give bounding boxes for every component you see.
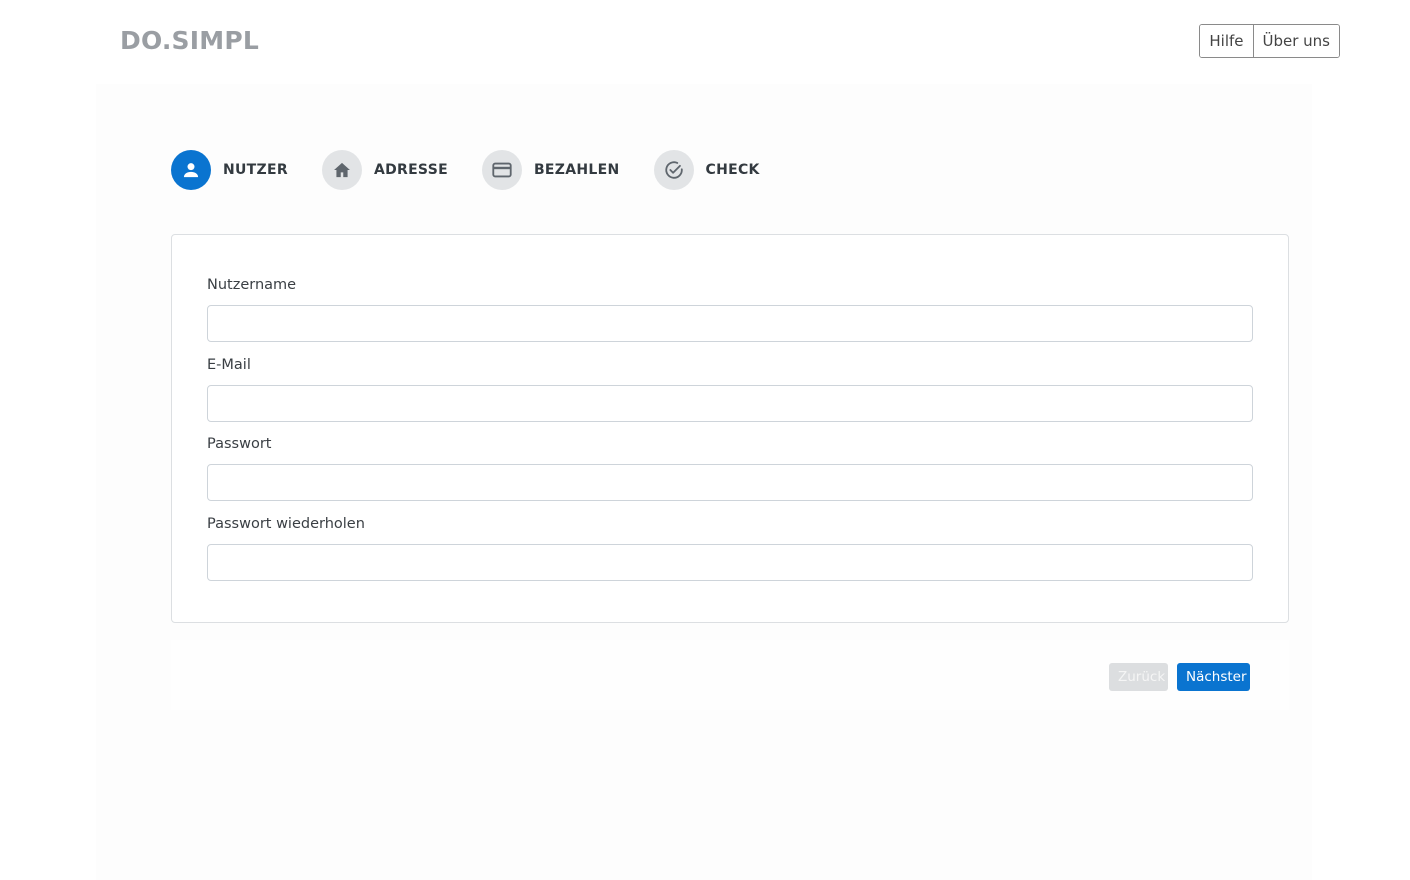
password-repeat-label: Passwort wiederholen [207, 516, 365, 532]
password-repeat-field-group: Passwort wiederholen [207, 515, 1253, 581]
step-check-label: CHECK [705, 162, 760, 178]
help-button[interactable]: Hilfe [1200, 25, 1253, 57]
step-payment-circle [481, 150, 522, 190]
credit-card-icon [492, 162, 512, 178]
step-user[interactable]: NUTZER [171, 150, 288, 190]
step-address[interactable]: ADRESSE [321, 150, 448, 190]
form-actions: Zurück Nächster [171, 640, 1289, 710]
main-content: NUTZER ADRESSE BEZAHLEN CHECK Nutzername… [96, 84, 1312, 880]
brand-logo[interactable]: DO.SIMPL [120, 26, 259, 56]
user-icon [183, 163, 199, 178]
step-address-label: ADRESSE [373, 162, 448, 178]
stepper: NUTZER ADRESSE BEZAHLEN CHECK [171, 150, 794, 190]
page: DO.SIMPL Hilfe Über uns NUTZER ADRESSE B… [0, 0, 1410, 880]
header-nav: Hilfe Über uns [1199, 24, 1340, 58]
user-form: Nutzername E-Mail Passwort Passwort wied… [171, 234, 1289, 623]
password-input[interactable] [207, 464, 1253, 501]
check-circle-icon [664, 161, 683, 179]
username-input[interactable] [207, 305, 1253, 342]
step-user-label: NUTZER [223, 162, 288, 178]
password-repeat-input[interactable] [207, 544, 1253, 581]
step-address-circle [321, 150, 362, 190]
email-input[interactable] [207, 385, 1253, 422]
step-payment-label: BEZAHLEN [533, 162, 620, 178]
step-payment[interactable]: BEZAHLEN [481, 150, 620, 190]
step-check-circle [653, 150, 694, 190]
step-user-circle [171, 150, 211, 190]
password-label: Passwort [207, 436, 272, 452]
home-icon [334, 162, 350, 178]
username-label: Nutzername [207, 277, 297, 293]
password-field-group: Passwort [207, 435, 1253, 501]
about-us-button[interactable]: Über uns [1252, 25, 1339, 57]
next-button[interactable]: Nächster [1177, 663, 1250, 691]
header: DO.SIMPL Hilfe Über uns [0, 0, 1410, 84]
back-button[interactable]: Zurück [1109, 663, 1168, 691]
step-check[interactable]: CHECK [653, 150, 760, 190]
username-field-group: Nutzername [207, 276, 1253, 342]
email-field-group: E-Mail [207, 356, 1253, 422]
email-label: E-Mail [207, 357, 251, 373]
